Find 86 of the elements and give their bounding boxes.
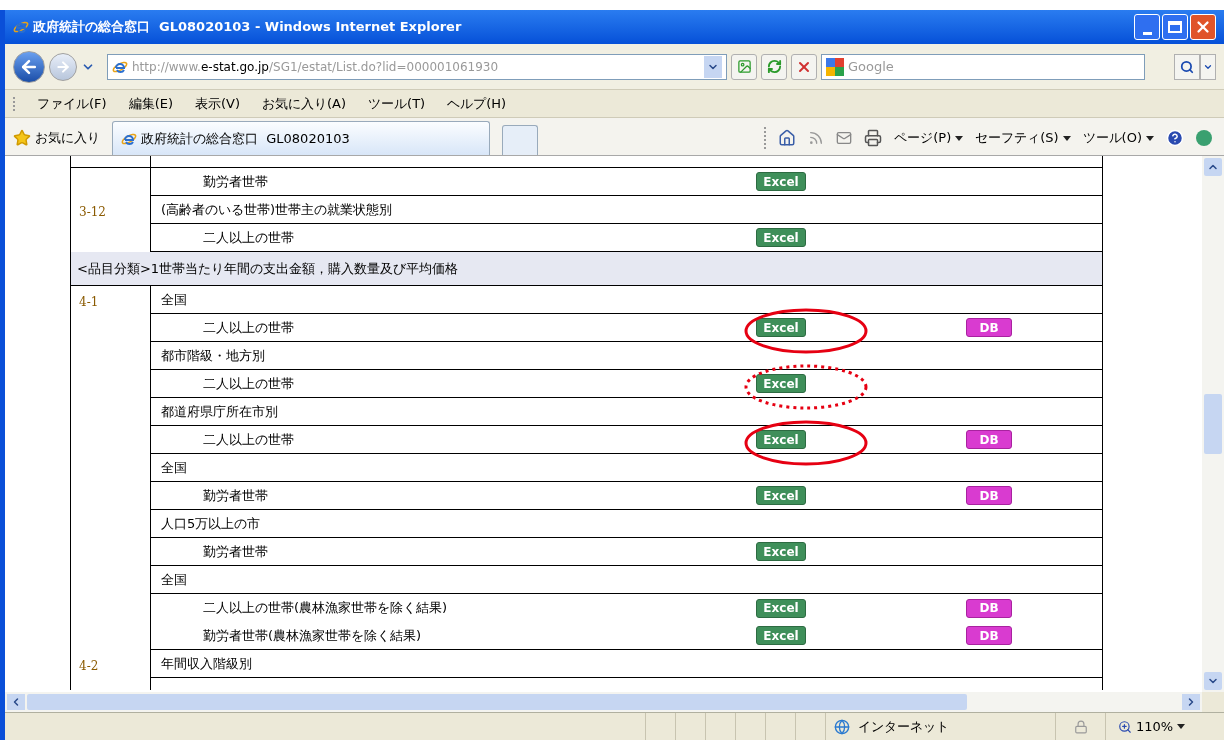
vertical-scrollbar[interactable] — [1202, 156, 1224, 692]
rss-icon[interactable] — [808, 130, 825, 146]
window-title: 政府統計の総合窓口 GL08020103 - Windows Internet Explorer — [33, 18, 462, 37]
search-button[interactable] — [1174, 53, 1200, 80]
caret-icon[interactable] — [955, 135, 964, 141]
table-code: 3-12 — [79, 205, 106, 219]
category-heading: (高齢者のいる世帯)世帯主の就業状態別 — [161, 200, 393, 219]
caret-icon[interactable] — [1062, 135, 1071, 141]
command-menu[interactable]: ページ(P) — [894, 128, 964, 148]
db-button[interactable]: DB — [966, 430, 1012, 449]
category-heading: 都道府県庁所在市別 — [161, 402, 278, 421]
favorites-button[interactable]: お気に入り — [13, 121, 100, 155]
category-heading: 全国 — [161, 570, 187, 589]
security-zone: インターネット — [858, 717, 949, 736]
caret-icon[interactable] — [1177, 724, 1186, 729]
zoom-button[interactable]: 110% — [1105, 713, 1194, 740]
scroll-thumb[interactable] — [1204, 394, 1222, 454]
menu-item[interactable]: ヘルプ(H) — [447, 93, 507, 114]
home-icon[interactable] — [778, 129, 797, 147]
household-label: 二人以上の世帯(農林漁家世帯を除く結果) — [203, 600, 448, 616]
excel-button[interactable]: Excel — [756, 172, 806, 191]
caret-icon[interactable] — [1146, 135, 1154, 141]
excel-button[interactable]: Excel — [756, 598, 806, 618]
browser-icon — [13, 19, 29, 35]
dropdown-button[interactable] — [704, 55, 722, 78]
household-label: 二人以上の世帯 — [203, 319, 294, 335]
table-code: 4-2 — [79, 659, 99, 673]
scroll-thumb[interactable] — [27, 694, 967, 710]
search-provider-icon — [826, 57, 844, 76]
section-title: <品目分類>1世帯当たり年間の支出金額，購入数量及び平均価格 — [77, 259, 459, 278]
globe-icon — [834, 718, 850, 735]
close-button[interactable] — [1190, 14, 1216, 40]
excel-button[interactable]: Excel — [756, 228, 806, 247]
db-button[interactable]: DB — [966, 318, 1012, 337]
address-field[interactable]: http://www.e-stat.go.jp/SG1/estat/List.do?lid=000001061930 — [107, 53, 727, 80]
household-label: 勤労者世帯(農林漁家世帯を除く結果) — [203, 627, 422, 643]
db-button[interactable]: DB — [966, 598, 1012, 618]
mail-icon[interactable] — [836, 130, 853, 146]
help-icon[interactable] — [1166, 129, 1184, 147]
household-label: 勤労者世帯 — [203, 173, 268, 189]
command-menu[interactable]: ツール(O) — [1082, 128, 1154, 148]
category-heading: 人口5万以上の市 — [161, 514, 261, 533]
back-button[interactable] — [13, 50, 45, 83]
print-icon[interactable] — [864, 129, 883, 147]
household-label: 勤労者世帯 — [203, 487, 268, 503]
excel-button[interactable]: Excel — [756, 374, 806, 393]
refresh-button[interactable] — [761, 53, 787, 80]
compatibility-button[interactable] — [731, 53, 757, 80]
menu-item[interactable]: 編集(E) — [128, 93, 173, 114]
picture-icon — [736, 59, 752, 74]
db-button[interactable]: DB — [966, 626, 1012, 645]
star-icon — [13, 129, 31, 147]
db-button[interactable]: DB — [966, 486, 1012, 505]
excel-button[interactable]: Excel — [756, 430, 806, 449]
category-heading: 全国 — [161, 290, 187, 309]
search-icon — [1180, 59, 1194, 74]
category-heading: 全国 — [161, 458, 187, 477]
household-label: 勤労者世帯 — [203, 543, 268, 559]
excel-button[interactable]: Excel — [756, 318, 806, 337]
protected-mode-icon[interactable] — [1073, 719, 1088, 734]
close-icon — [1194, 18, 1212, 36]
search-field[interactable]: Google — [821, 53, 1145, 80]
refresh-icon — [766, 59, 782, 74]
search-input[interactable]: Google — [848, 56, 1140, 77]
minimize-button[interactable] — [1134, 14, 1160, 40]
menu-item[interactable]: ファイル(F) — [37, 93, 107, 114]
household-label: 二人以上の世帯 — [203, 431, 294, 447]
command-menu[interactable]: セーフティ(S) — [975, 128, 1071, 148]
arrow-right-icon — [55, 58, 71, 75]
excel-button[interactable]: Excel — [756, 542, 806, 561]
horizontal-scrollbar[interactable] — [5, 692, 1202, 712]
search-options-button[interactable] — [1200, 53, 1216, 80]
excel-button[interactable]: Excel — [756, 626, 806, 645]
excel-button[interactable]: Excel — [756, 486, 806, 505]
browser-tab[interactable]: 政府統計の総合窓口 GL08020103 — [112, 121, 490, 155]
maximize-button[interactable] — [1162, 14, 1188, 40]
category-heading: 都市階級・地方別 — [161, 346, 265, 365]
zoom-icon — [1118, 719, 1132, 734]
menu-item[interactable]: お気に入り(A) — [262, 93, 347, 114]
table-code: 4-1 — [79, 295, 99, 309]
category-heading: 年間収入階級別 — [161, 654, 252, 673]
household-label: 二人以上の世帯 — [203, 229, 294, 245]
menu-item[interactable]: ツール(T) — [368, 93, 426, 114]
menu-item[interactable]: 表示(V) — [195, 93, 241, 114]
stop-button[interactable] — [791, 53, 817, 80]
household-label: 二人以上の世帯 — [203, 375, 294, 391]
